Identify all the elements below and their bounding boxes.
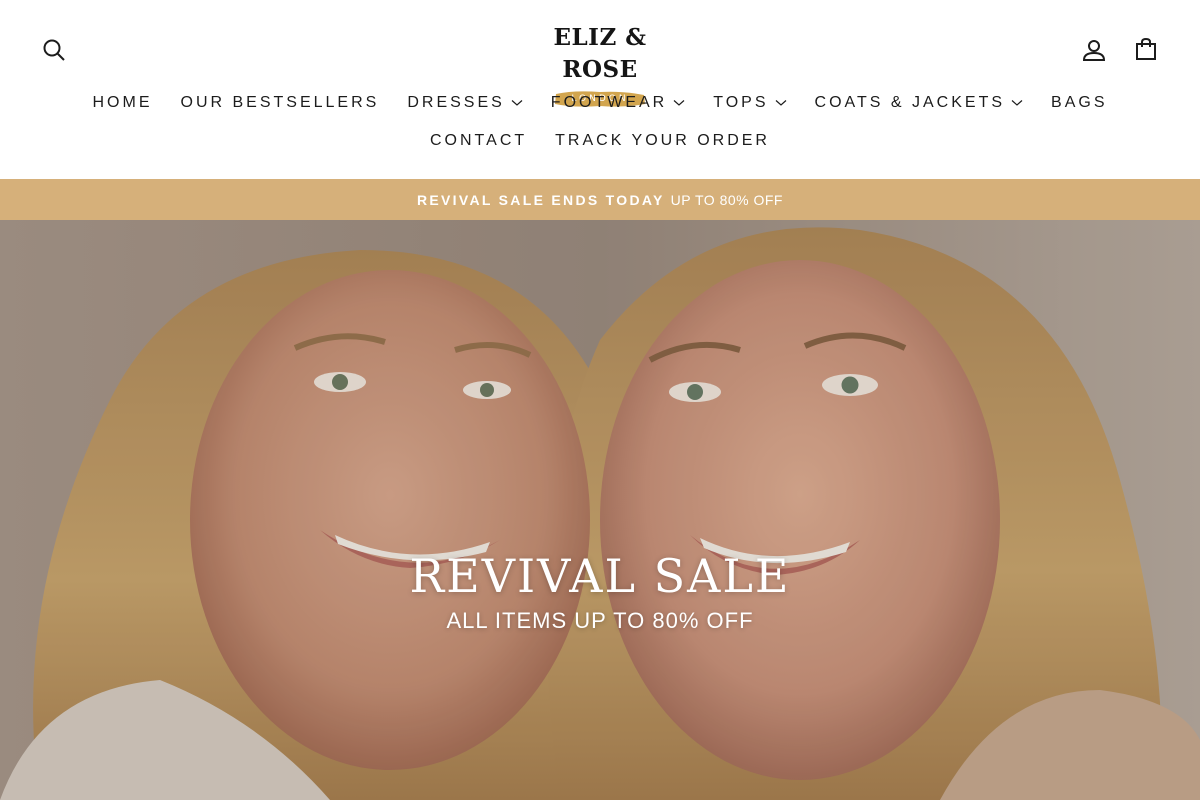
main-nav-row-2: CONTACT TRACK YOUR ORDER <box>0 126 1200 156</box>
nav-item-dresses[interactable]: DRESSES <box>393 94 536 112</box>
search-button[interactable] <box>40 38 68 66</box>
nav-item-footwear[interactable]: FOOTWEAR <box>537 94 699 112</box>
chevron-down-icon <box>1011 99 1023 107</box>
announcement-offer: UP TO 80% OFF <box>670 191 783 208</box>
announcement-headline: REVIVAL SALE ENDS TODAY <box>417 191 665 208</box>
brand-logo[interactable]: ELIZ & ROSE LONDON <box>520 22 680 107</box>
hero-subtitle: ALL ITEMS UP TO 80% OFF <box>446 608 754 633</box>
nav-item-bags[interactable]: BAGS <box>1037 94 1121 112</box>
nav-label: COATS & JACKETS <box>814 94 1006 111</box>
chevron-down-icon <box>511 99 523 107</box>
nav-label: DRESSES <box>407 94 505 111</box>
hero-title: REVIVAL SALE <box>409 549 791 603</box>
nav-label: TRACK YOUR ORDER <box>555 132 770 149</box>
nav-item-home[interactable]: HOME <box>79 94 167 112</box>
search-icon <box>42 38 66 66</box>
nav-label: TOPS <box>713 94 769 111</box>
chevron-down-icon <box>673 99 685 107</box>
main-nav-row-1: HOME OUR BESTSELLERS DRESSES FOOTWEAR TO… <box>0 88 1200 118</box>
nav-label: HOME <box>92 94 153 111</box>
nav-item-coats-jackets[interactable]: COATS & JACKETS <box>801 94 1038 112</box>
nav-label: OUR BESTSELLERS <box>180 94 380 111</box>
nav-item-contact[interactable]: CONTACT <box>416 132 541 150</box>
hero-photo <box>0 220 1200 800</box>
nav-label: CONTACT <box>430 132 528 149</box>
announcement-bar[interactable]: REVIVAL SALE ENDS TODAY UP TO 80% OFF <box>0 179 1200 220</box>
bag-icon <box>1134 37 1158 65</box>
nav-item-tops[interactable]: TOPS <box>699 94 800 112</box>
nav-item-track-your-order[interactable]: TRACK YOUR ORDER <box>541 132 784 150</box>
logo-wordmark: ELIZ & ROSE <box>553 24 647 83</box>
nav-item-our-bestsellers[interactable]: OUR BESTSELLERS <box>167 94 394 112</box>
cart-button[interactable] <box>1132 37 1160 65</box>
nav-label: BAGS <box>1051 94 1108 111</box>
chevron-down-icon <box>775 99 787 107</box>
site-header: ELIZ & ROSE LONDON HOME OUR BESTSELLERS … <box>0 0 1200 179</box>
nav-label: FOOTWEAR <box>550 94 668 111</box>
account-button[interactable] <box>1080 38 1108 66</box>
user-icon <box>1082 38 1106 66</box>
hero-banner[interactable]: REVIVAL SALE ALL ITEMS UP TO 80% OFF <box>0 220 1200 800</box>
